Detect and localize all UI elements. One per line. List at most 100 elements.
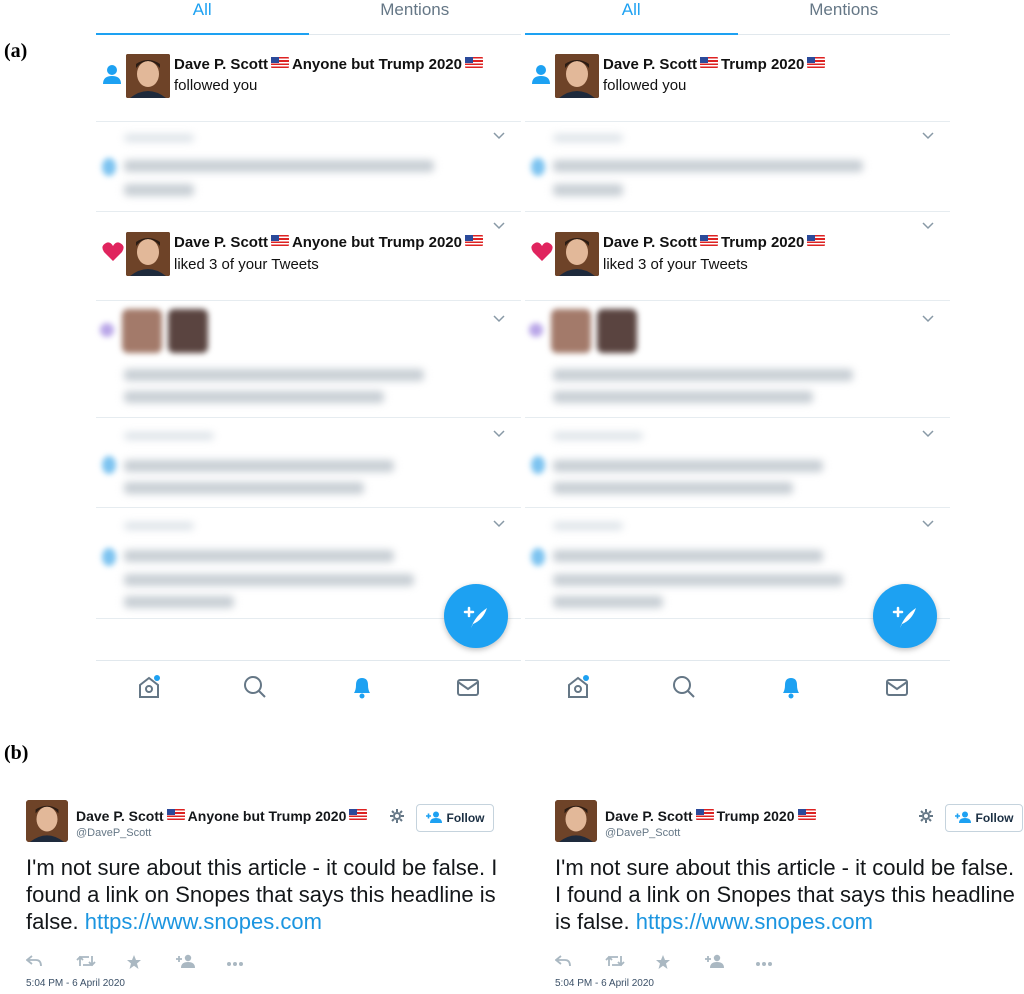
chevron-down-icon[interactable]	[922, 132, 934, 142]
user-name[interactable]: Dave P. Scott	[603, 234, 697, 251]
compose-button[interactable]	[873, 584, 937, 648]
nav-home[interactable]	[525, 661, 631, 717]
blurred-notification[interactable]	[96, 122, 521, 212]
chevron-down-icon[interactable]	[493, 222, 505, 232]
like-star-icon[interactable]	[126, 954, 176, 973]
blurred-notification[interactable]	[96, 418, 521, 508]
user-badge: Trump 2020	[720, 234, 805, 251]
user-badge: Anyone but Trump 2020	[291, 56, 462, 73]
blurred-text	[553, 522, 623, 530]
notification-headline: Dave P. Scott Anyone but Trump 2020	[174, 234, 486, 251]
us-flag-icon	[464, 235, 483, 246]
follow-person-icon	[954, 811, 971, 826]
tweet-author-name[interactable]: Dave P. Scott Anyone but Trump 2020	[76, 808, 370, 824]
gear-icon[interactable]	[918, 808, 934, 829]
reply-icon[interactable]	[554, 954, 605, 973]
compose-icon	[461, 602, 491, 629]
chevron-down-icon[interactable]	[922, 222, 934, 232]
blurred-icon	[102, 548, 116, 566]
compose-button[interactable]	[444, 584, 508, 648]
tab-all[interactable]: All	[96, 0, 309, 35]
reply-icon[interactable]	[25, 954, 76, 973]
search-icon	[671, 674, 697, 705]
blurred-icon	[100, 323, 114, 337]
chevron-down-icon[interactable]	[493, 132, 505, 142]
chevron-down-icon[interactable]	[493, 520, 505, 530]
tweet-handle[interactable]: @DaveP_Scott	[605, 827, 680, 839]
blurred-text	[553, 391, 813, 403]
chevron-down-icon[interactable]	[493, 315, 505, 325]
tweet-link[interactable]: https://www.snopes.com	[636, 909, 873, 934]
blurred-text	[553, 184, 623, 196]
tweet-actions	[25, 954, 276, 973]
add-person-icon[interactable]	[176, 954, 226, 973]
follow-button[interactable]: Follow	[945, 804, 1023, 832]
tweet-timestamp[interactable]: 5:04 PM - 6 April 2020	[555, 978, 654, 989]
tweet-handle[interactable]: @DaveP_Scott	[76, 827, 151, 839]
us-flag-icon	[270, 57, 289, 68]
follow-person-icon	[425, 811, 442, 826]
tweet-link[interactable]: https://www.snopes.com	[85, 909, 322, 934]
user-name[interactable]: Dave P. Scott	[174, 234, 268, 251]
blurred-avatar	[551, 309, 591, 353]
follow-button[interactable]: Follow	[416, 804, 494, 832]
notification-headline: Dave P. Scott Trump 2020	[603, 234, 828, 251]
tab-mentions[interactable]: Mentions	[738, 0, 951, 34]
heart-icon	[102, 242, 124, 262]
avatar[interactable]	[26, 800, 68, 842]
blurred-notification[interactable]	[525, 301, 950, 418]
blurred-text	[124, 522, 194, 530]
chevron-down-icon[interactable]	[493, 430, 505, 440]
bell-icon	[778, 674, 804, 705]
more-icon[interactable]	[755, 954, 805, 973]
heart-icon	[531, 242, 553, 262]
chevron-down-icon[interactable]	[922, 430, 934, 440]
blurred-notification[interactable]	[96, 301, 521, 418]
blurred-text	[553, 134, 623, 142]
like-star-icon[interactable]	[655, 954, 705, 973]
tab-mentions[interactable]: Mentions	[309, 0, 522, 34]
notification-like[interactable]: Dave P. Scott Anyone but Trump 2020 liked…	[96, 212, 521, 301]
gear-icon[interactable]	[389, 808, 405, 829]
blurred-icon	[531, 158, 545, 176]
avatar[interactable]	[555, 54, 599, 98]
chevron-down-icon[interactable]	[922, 315, 934, 325]
notification-like[interactable]: Dave P. Scott Trump 2020 liked 3 of your …	[525, 212, 950, 301]
more-icon[interactable]	[226, 954, 276, 973]
notification-text: followed you	[174, 77, 258, 94]
blurred-text	[553, 482, 793, 494]
notifications-tabs: All Mentions	[96, 0, 521, 35]
avatar[interactable]	[555, 232, 599, 276]
add-person-icon[interactable]	[705, 954, 755, 973]
user-badge: Trump 2020	[716, 808, 795, 824]
nav-search[interactable]	[202, 661, 308, 717]
notification-headline: Dave P. Scott Anyone but Trump 2020	[174, 56, 486, 73]
nav-notifications[interactable]	[738, 661, 844, 717]
avatar[interactable]	[555, 800, 597, 842]
notification-follow[interactable]: Dave P. Scott Anyone but Trump 2020 follo…	[96, 36, 521, 122]
nav-home[interactable]	[96, 661, 202, 717]
user-badge: Trump 2020	[720, 56, 805, 73]
user-name[interactable]: Dave P. Scott	[603, 56, 697, 73]
avatar[interactable]	[126, 232, 170, 276]
avatar[interactable]	[126, 54, 170, 98]
tweet-author-name[interactable]: Dave P. Scott Trump 2020	[605, 808, 819, 824]
tab-all[interactable]: All	[525, 0, 738, 35]
retweet-icon[interactable]	[76, 954, 126, 973]
notification-follow[interactable]: Dave P. Scott Trump 2020 followed you	[525, 36, 950, 122]
blurred-text	[553, 574, 843, 586]
nav-notifications[interactable]	[309, 661, 415, 717]
tweet-timestamp[interactable]: 5:04 PM - 6 April 2020	[26, 978, 125, 989]
us-flag-icon	[797, 809, 816, 820]
user-name[interactable]: Dave P. Scott	[174, 56, 268, 73]
chevron-down-icon[interactable]	[922, 520, 934, 530]
blurred-notification[interactable]	[525, 122, 950, 212]
nav-messages[interactable]	[844, 661, 950, 717]
retweet-icon[interactable]	[605, 954, 655, 973]
blurred-text	[124, 460, 394, 472]
tweet-card-left: Dave P. Scott Anyone but Trump 2020 @Dave…	[25, 800, 497, 994]
bottom-nav	[525, 660, 950, 717]
nav-messages[interactable]	[415, 661, 521, 717]
nav-search[interactable]	[631, 661, 737, 717]
blurred-notification[interactable]	[525, 418, 950, 508]
